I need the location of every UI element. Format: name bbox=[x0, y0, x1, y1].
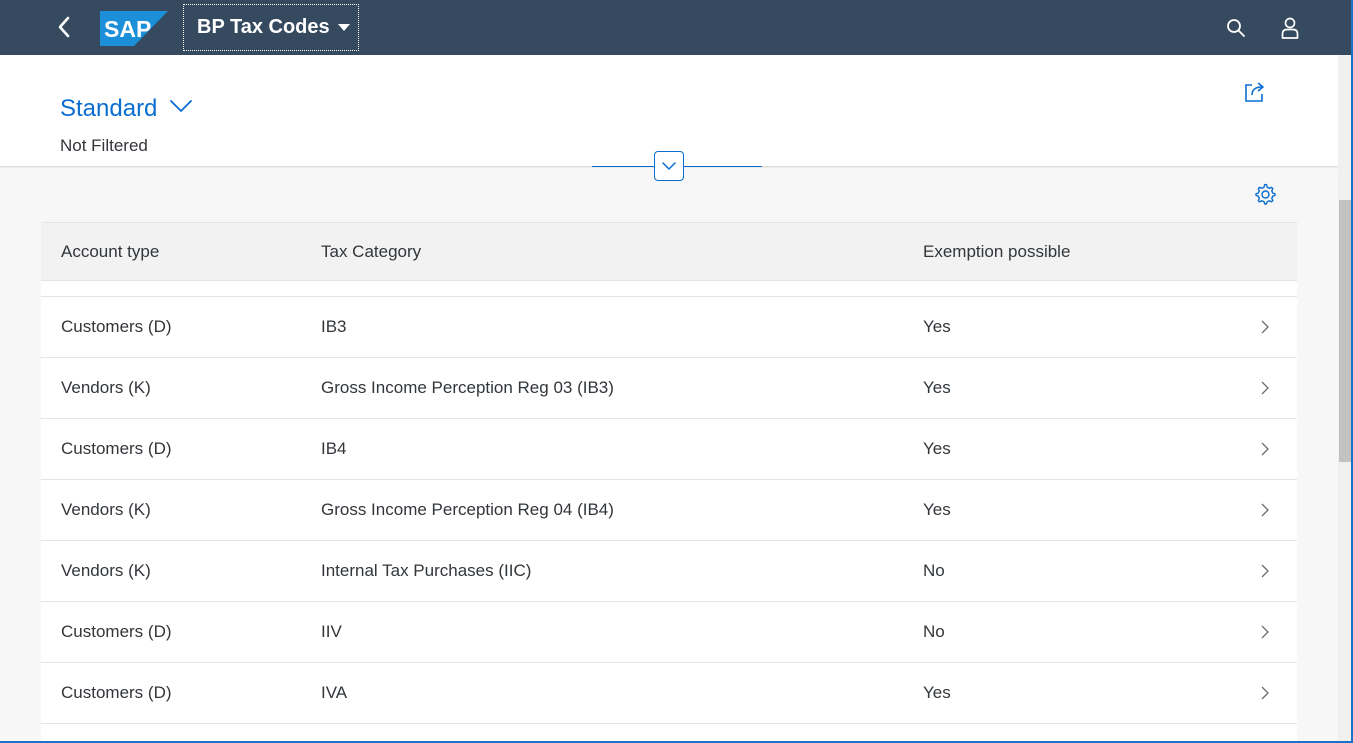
cell-account-type: Customers (D) bbox=[61, 622, 172, 641]
cell-account-type: Customers (D) bbox=[61, 683, 172, 702]
cell-tax-category: Gross Income Perception Reg 04 (IB4) bbox=[321, 500, 614, 519]
chevron-right-icon bbox=[1261, 686, 1269, 700]
chevron-right-icon bbox=[1261, 320, 1269, 334]
gear-icon bbox=[1255, 183, 1276, 205]
table-settings-button[interactable] bbox=[1253, 182, 1277, 206]
cell-tax-category: IIV bbox=[321, 622, 342, 641]
cell-tax-category: IB3 bbox=[321, 317, 347, 336]
search-icon bbox=[1227, 19, 1245, 37]
back-button[interactable] bbox=[46, 8, 82, 46]
cell-account-type: Customers (D) bbox=[61, 439, 172, 458]
chevron-right-icon bbox=[1261, 503, 1269, 517]
table-header-row: Account type Tax Category Exemption poss… bbox=[41, 222, 1297, 281]
cell-account-type: Vendors (K) bbox=[61, 378, 151, 397]
table-row[interactable]: Customers (D) IVA Yes bbox=[41, 663, 1297, 724]
variant-title: Standard bbox=[60, 95, 158, 122]
chevron-down-icon bbox=[662, 162, 676, 170]
cell-tax-category: IB4 bbox=[321, 439, 347, 458]
cell-exemption-possible: Yes bbox=[923, 683, 951, 702]
cell-tax-category: Gross Income Perception Reg 03 (IB3) bbox=[321, 378, 614, 397]
cell-exemption-possible: Yes bbox=[923, 378, 951, 397]
chevron-down-icon bbox=[170, 100, 193, 112]
table-row[interactable]: Customers (D) IIV No bbox=[41, 602, 1297, 663]
column-header-exemption-possible[interactable]: Exemption possible bbox=[923, 242, 1070, 262]
variant-management[interactable]: Standard bbox=[60, 95, 193, 123]
user-profile-button[interactable] bbox=[1274, 12, 1306, 44]
table-row[interactable]: Customers (D) IB4 Yes bbox=[41, 419, 1297, 480]
tax-codes-table: Account type Tax Category Exemption poss… bbox=[41, 222, 1297, 743]
table-row[interactable]: Vendors (K) Internal Tax Purchases (IIC)… bbox=[41, 541, 1297, 602]
svg-text:SAP: SAP bbox=[104, 16, 151, 42]
caret-down-icon bbox=[337, 24, 350, 31]
back-arrow-icon bbox=[58, 16, 70, 38]
table-row[interactable]: Vendors (K) Gross Income Perception Reg … bbox=[41, 358, 1297, 419]
user-icon bbox=[1281, 17, 1299, 39]
chevron-right-icon bbox=[1261, 381, 1269, 395]
table-row-partial bbox=[41, 281, 1297, 297]
collapse-header-button[interactable] bbox=[654, 151, 684, 181]
cell-exemption-possible: No bbox=[923, 622, 945, 641]
cell-exemption-possible: Yes bbox=[923, 439, 951, 458]
app-title: BP Tax Codes bbox=[197, 16, 330, 38]
filter-status-text: Not Filtered bbox=[60, 136, 148, 155]
cell-account-type: Customers (D) bbox=[61, 317, 172, 336]
chevron-right-icon bbox=[1261, 442, 1269, 456]
cell-tax-category: Internal Tax Purchases (IIC) bbox=[321, 561, 532, 580]
chevron-right-icon bbox=[1261, 625, 1269, 639]
chevron-right-icon bbox=[1261, 564, 1269, 578]
page-header: Standard Not Filtered bbox=[0, 55, 1338, 166]
table-row[interactable]: Vendors (K) Gross Income Perception Reg … bbox=[41, 480, 1297, 541]
cell-exemption-possible: Yes bbox=[923, 317, 951, 336]
app-title-menu-button[interactable]: BP Tax Codes bbox=[183, 4, 359, 51]
shell-bar: SAP BP Tax Codes bbox=[0, 0, 1353, 55]
cell-tax-category: IVA bbox=[321, 683, 348, 702]
share-icon bbox=[1245, 82, 1264, 102]
cell-exemption-possible: Yes bbox=[923, 500, 951, 519]
search-button[interactable] bbox=[1220, 12, 1252, 44]
table-row[interactable]: Customers (D) IB3 Yes bbox=[41, 297, 1297, 358]
share-button[interactable] bbox=[1242, 79, 1268, 105]
sap-logo: SAP bbox=[100, 11, 168, 46]
column-header-tax-category[interactable]: Tax Category bbox=[321, 242, 421, 262]
cell-exemption-possible: No bbox=[923, 561, 945, 580]
cell-account-type: Vendors (K) bbox=[61, 500, 151, 519]
cell-account-type: Vendors (K) bbox=[61, 561, 151, 580]
column-header-account-type[interactable]: Account type bbox=[61, 242, 159, 262]
